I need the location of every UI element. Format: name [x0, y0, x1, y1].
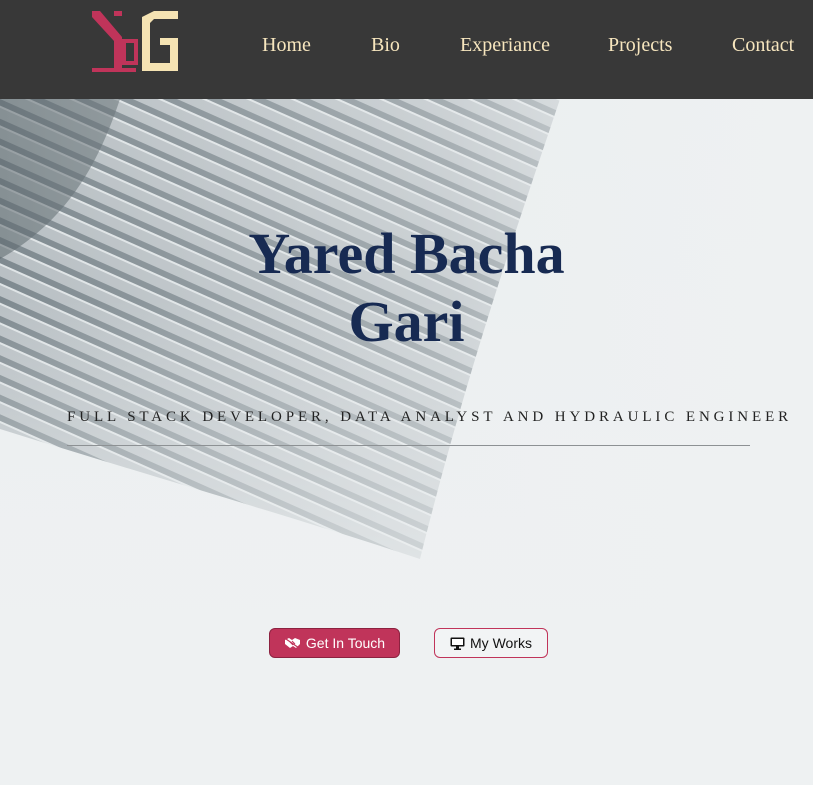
- my-works-button[interactable]: My Works: [434, 628, 548, 658]
- hero-name-line2: Gari: [348, 289, 465, 354]
- desktop-icon: [450, 637, 465, 650]
- nav-contact[interactable]: Contact: [732, 34, 794, 57]
- nav-home[interactable]: Home: [262, 34, 311, 57]
- get-in-touch-button[interactable]: Get In Touch: [269, 628, 400, 658]
- hero-divider: [67, 445, 750, 446]
- handshake-icon: [284, 638, 300, 649]
- my-works-label: My Works: [470, 635, 532, 651]
- get-in-touch-label: Get In Touch: [305, 635, 386, 651]
- site-logo[interactable]: [92, 11, 180, 73]
- top-navbar: Home Bio Experiance Projects Contact: [0, 0, 813, 99]
- nav-bio[interactable]: Bio: [371, 34, 400, 57]
- nav-experiance[interactable]: Experiance: [460, 34, 550, 57]
- hero-name-line1: Yared Bacha: [248, 221, 565, 286]
- nav-projects[interactable]: Projects: [608, 34, 672, 57]
- hero-name: Yared Bacha Gari: [0, 220, 813, 356]
- building-background-image: [0, 99, 813, 785]
- hero-subtitle: FULL STACK DEVELOPER, DATA ANALYST AND H…: [67, 409, 793, 425]
- hero-section: Yared Bacha Gari FULL STACK DEVELOPER, D…: [0, 99, 813, 785]
